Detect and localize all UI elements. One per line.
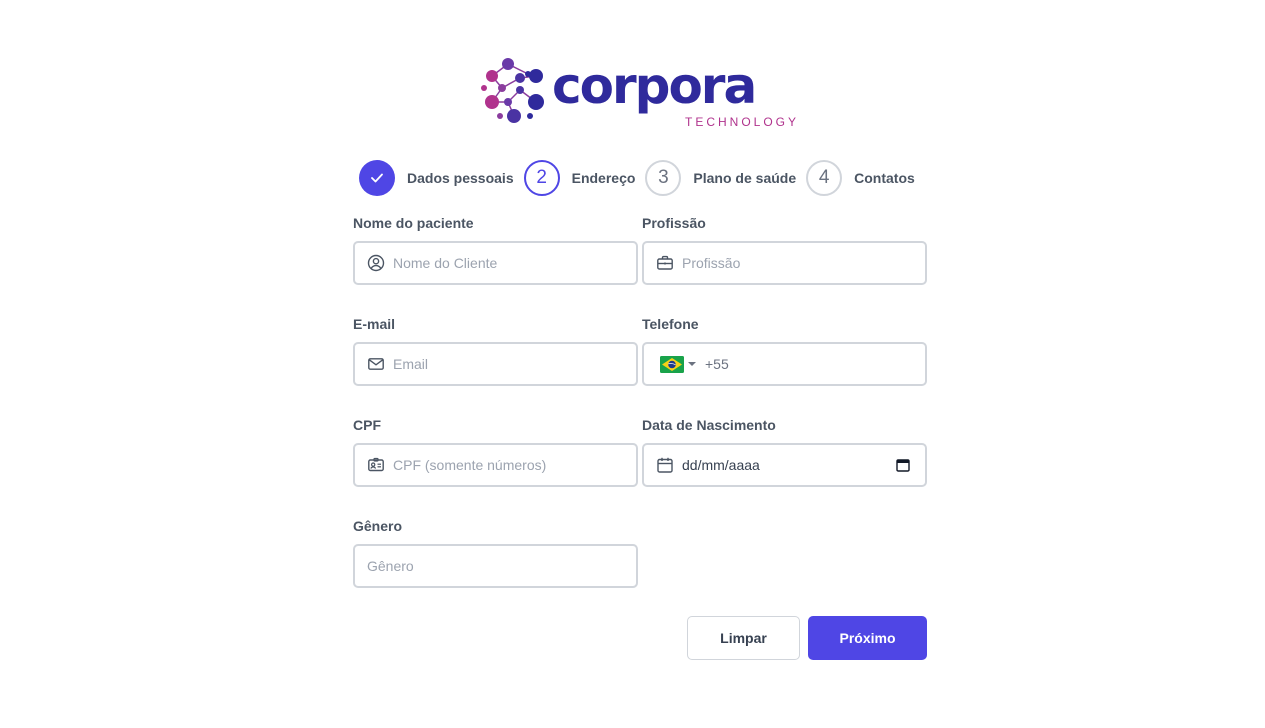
- step-4-label: Contatos: [854, 170, 915, 186]
- step-endereco[interactable]: 2 Endereço: [523, 160, 646, 196]
- phone-value[interactable]: +55: [705, 356, 729, 372]
- patient-name-input[interactable]: [393, 255, 636, 271]
- check-icon: [371, 173, 383, 183]
- brand-name: corpora: [552, 57, 757, 115]
- brand-tagline: TECHNOLOGY: [685, 115, 800, 129]
- step-1-circle: [359, 160, 395, 196]
- step-dados-pessoais[interactable]: Dados pessoais: [359, 160, 524, 196]
- email-field[interactable]: [353, 342, 638, 386]
- cpf-input[interactable]: [393, 457, 636, 473]
- calendar-icon: [656, 456, 674, 474]
- phone-field[interactable]: +55: [642, 342, 927, 386]
- birth-date-field[interactable]: dd/mm/aaaa: [642, 443, 927, 487]
- briefcase-icon: [656, 254, 674, 272]
- step-plano-de-saude[interactable]: 3 Plano de saúde: [645, 160, 806, 196]
- email-label: E-mail: [353, 316, 396, 332]
- date-picker-icon[interactable]: [895, 457, 911, 473]
- molecule-icon: [481, 58, 544, 123]
- step-4-circle: 4: [806, 160, 843, 196]
- profession-label: Profissão: [642, 215, 706, 231]
- step-3-label: Plano de saúde: [693, 170, 797, 186]
- gender-label: Gênero: [353, 518, 403, 534]
- progress-stepper: Dados pessoais 2 Endereço 3 Plano de saú…: [359, 160, 925, 196]
- profession-field[interactable]: [642, 241, 927, 285]
- cpf-field[interactable]: [353, 443, 638, 487]
- country-dropdown-caret-icon[interactable]: [688, 362, 696, 366]
- step-2-label: Endereço: [571, 170, 636, 186]
- clear-button[interactable]: Limpar: [687, 616, 800, 660]
- profession-input[interactable]: [682, 255, 925, 271]
- patient-name-label: Nome do paciente: [353, 215, 474, 231]
- phone-label: Telefone: [642, 316, 699, 332]
- user-circle-icon: [367, 254, 385, 272]
- mail-icon: [367, 355, 385, 373]
- step-contatos[interactable]: 4 Contatos: [806, 160, 925, 196]
- step-2-circle: 2: [523, 160, 560, 196]
- gender-field[interactable]: [353, 544, 638, 588]
- step-3-circle: 3: [645, 160, 682, 196]
- brazil-flag-icon[interactable]: [660, 355, 684, 373]
- birth-date-value[interactable]: dd/mm/aaaa: [682, 457, 895, 473]
- id-card-icon: [367, 456, 385, 474]
- birth-date-label: Data de Nascimento: [642, 417, 776, 433]
- brand-logo: corpora TECHNOLOGY: [480, 54, 800, 130]
- step-1-label: Dados pessoais: [407, 170, 514, 186]
- next-button[interactable]: Próximo: [808, 616, 927, 660]
- patient-name-field[interactable]: [353, 241, 638, 285]
- gender-input[interactable]: [367, 558, 636, 574]
- cpf-label: CPF: [353, 417, 381, 433]
- email-input[interactable]: [393, 356, 636, 372]
